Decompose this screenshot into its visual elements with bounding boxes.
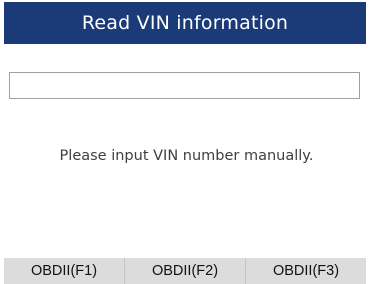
function-key-bar: OBDII(F1) OBDII(F2) OBDII(F3) — [4, 258, 366, 284]
obdii-f1-button[interactable]: OBDII(F1) — [4, 258, 124, 284]
obdii-f2-button[interactable]: OBDII(F2) — [124, 258, 245, 284]
vin-input[interactable] — [9, 72, 360, 99]
obdii-f3-button[interactable]: OBDII(F3) — [245, 258, 366, 284]
read-vin-screen: Read VIN information Please input VIN nu… — [0, 0, 373, 284]
title-bar: Read VIN information — [4, 2, 366, 44]
page-title: Read VIN information — [81, 12, 289, 34]
instruction-message: Please input VIN number manually. — [59, 148, 314, 164]
